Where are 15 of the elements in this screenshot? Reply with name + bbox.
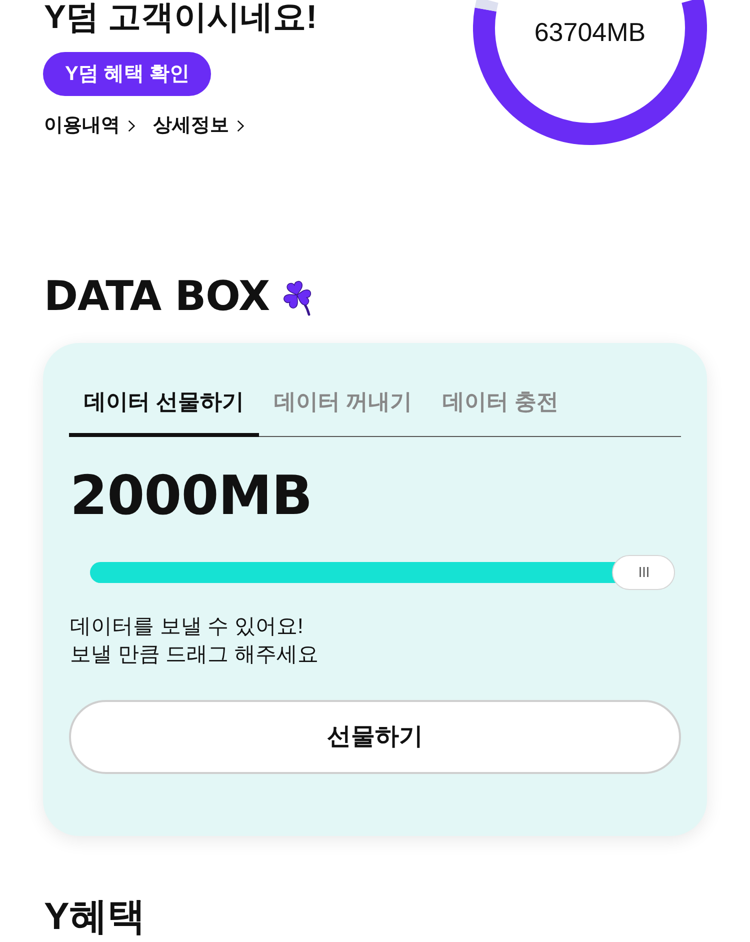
remaining-data-text: 63704MB — [534, 16, 646, 48]
grip-icon — [638, 567, 648, 577]
tab[interactable]: 데이터 선물하기 — [69, 387, 260, 437]
slider-handle[interactable] — [612, 554, 675, 590]
data-amount: 2000MB — [70, 468, 312, 522]
hint-text: 데이터를 보낼 수 있어요! 보낼 만큼 드래그 해주세요 — [70, 614, 319, 668]
greeting-title: Y덤 고객이시네요! — [44, 0, 318, 33]
nav-link[interactable]: 상세정보 — [153, 115, 244, 137]
section-title: DATA BOX — [44, 276, 270, 317]
chevron-right-icon — [128, 120, 135, 132]
gift-button[interactable]: 선물하기 — [69, 700, 681, 774]
nav-link[interactable]: 이용내역 — [44, 115, 135, 137]
chevron-right-icon — [237, 120, 244, 132]
benefit-button[interactable]: Y덤 혜택 확인 — [43, 52, 212, 96]
section-title: Y혜택 — [44, 898, 146, 936]
